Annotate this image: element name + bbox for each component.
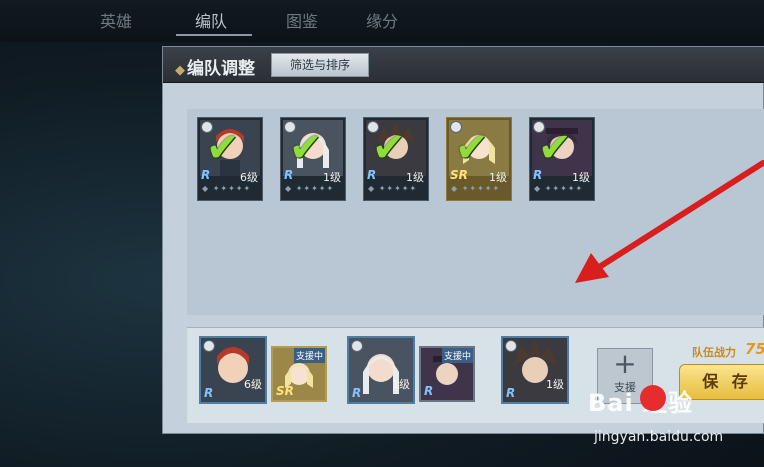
checkmark-icon: ✔ (289, 125, 323, 171)
rarity-label: R (201, 168, 211, 182)
hero-card[interactable]: ✔ R 1级 ◆ ✦✦✦✦✦ (363, 117, 429, 201)
top-nav: 英雄 编队 图鉴 缘分 (0, 0, 764, 42)
team-power-label: 队伍战力 (692, 346, 736, 359)
active-tab-indicator (176, 34, 252, 36)
checkmark-icon: ✔ (206, 125, 240, 171)
plus-icon: + (613, 347, 637, 380)
rarity-label: SR (450, 168, 468, 182)
tab-bond[interactable]: 缘分 (366, 8, 398, 32)
team-slot-main[interactable]: R 6级 (199, 336, 267, 404)
rarity-label: R (352, 386, 362, 400)
level-label: 1级 (392, 378, 410, 391)
panel-title: ◆ 编队调整 (175, 54, 255, 79)
panel-title-text: 编队调整 (187, 59, 255, 79)
rarity-label: SR (276, 384, 294, 398)
star-rating: ◆ ✦✦✦✦✦ (451, 184, 501, 193)
hero-card[interactable]: ✔ R 6级 ◆ ✦✦✦✦✦ (197, 117, 263, 201)
checkmark-icon: ✔ (455, 125, 489, 171)
team-slot-support[interactable]: 支援中 R (419, 346, 475, 402)
rarity-label: R (506, 386, 516, 400)
team-slot-main[interactable]: R 1级 (347, 336, 415, 404)
star-rating: ◆ ✦✦✦✦✦ (285, 184, 335, 193)
level-label: 1级 (406, 171, 424, 184)
rarity-label: R (533, 168, 543, 182)
rarity-label: R (204, 386, 214, 400)
level-label: 6级 (244, 378, 262, 391)
hero-card[interactable]: ✔ R 1级 ◆ ✦✦✦✦✦ (280, 117, 346, 201)
rarity-label: R (284, 168, 294, 182)
level-label: 1级 (546, 378, 564, 391)
supporting-badge: 支援中 (441, 348, 473, 363)
checkmark-icon: ✔ (538, 125, 572, 171)
tab-formation[interactable]: 编队 (195, 8, 227, 32)
tab-heroes[interactable]: 英雄 (100, 8, 132, 32)
tab-gallery[interactable]: 图鉴 (286, 8, 318, 32)
checkmark-icon: ✔ (372, 125, 406, 171)
level-label: 1级 (489, 171, 507, 184)
watermark-url: jingyan.baidu.com (594, 429, 724, 445)
panel-header: ◆ 编队调整 筛选与排序 (163, 47, 764, 83)
supporting-badge: 支援中 (293, 348, 325, 363)
element-icon (203, 340, 215, 352)
rarity-label: R (367, 168, 377, 182)
star-rating: ◆ ✦✦✦✦✦ (368, 184, 418, 193)
baidu-watermark: Bai 经验 jingyan.baidu.com (588, 383, 764, 467)
star-rating: ◆ ✦✦✦✦✦ (202, 184, 252, 193)
team-power-value: 7569 (745, 340, 764, 358)
diamond-icon: ◆ (175, 63, 185, 78)
paw-logo-icon (640, 385, 666, 411)
formation-panel: ◆ 编队调整 筛选与排序 ✔ R 6级 ◆ ✦✦✦✦✦ ✔ R 1级 ◆ ✦✦✦✦… (162, 46, 764, 434)
filter-sort-button[interactable]: 筛选与排序 (271, 53, 369, 77)
element-icon (505, 340, 517, 352)
rarity-label: R (424, 384, 434, 398)
team-slot-main[interactable]: R 1级 (501, 336, 569, 404)
team-slot-support[interactable]: 支援中 SR (271, 346, 327, 402)
element-icon (351, 340, 363, 352)
level-label: 6级 (240, 171, 258, 184)
hero-card[interactable]: ✔ SR 1级 ◆ ✦✦✦✦✦ (446, 117, 512, 201)
level-label: 1级 (323, 171, 341, 184)
annotation-arrow-icon (575, 160, 764, 283)
